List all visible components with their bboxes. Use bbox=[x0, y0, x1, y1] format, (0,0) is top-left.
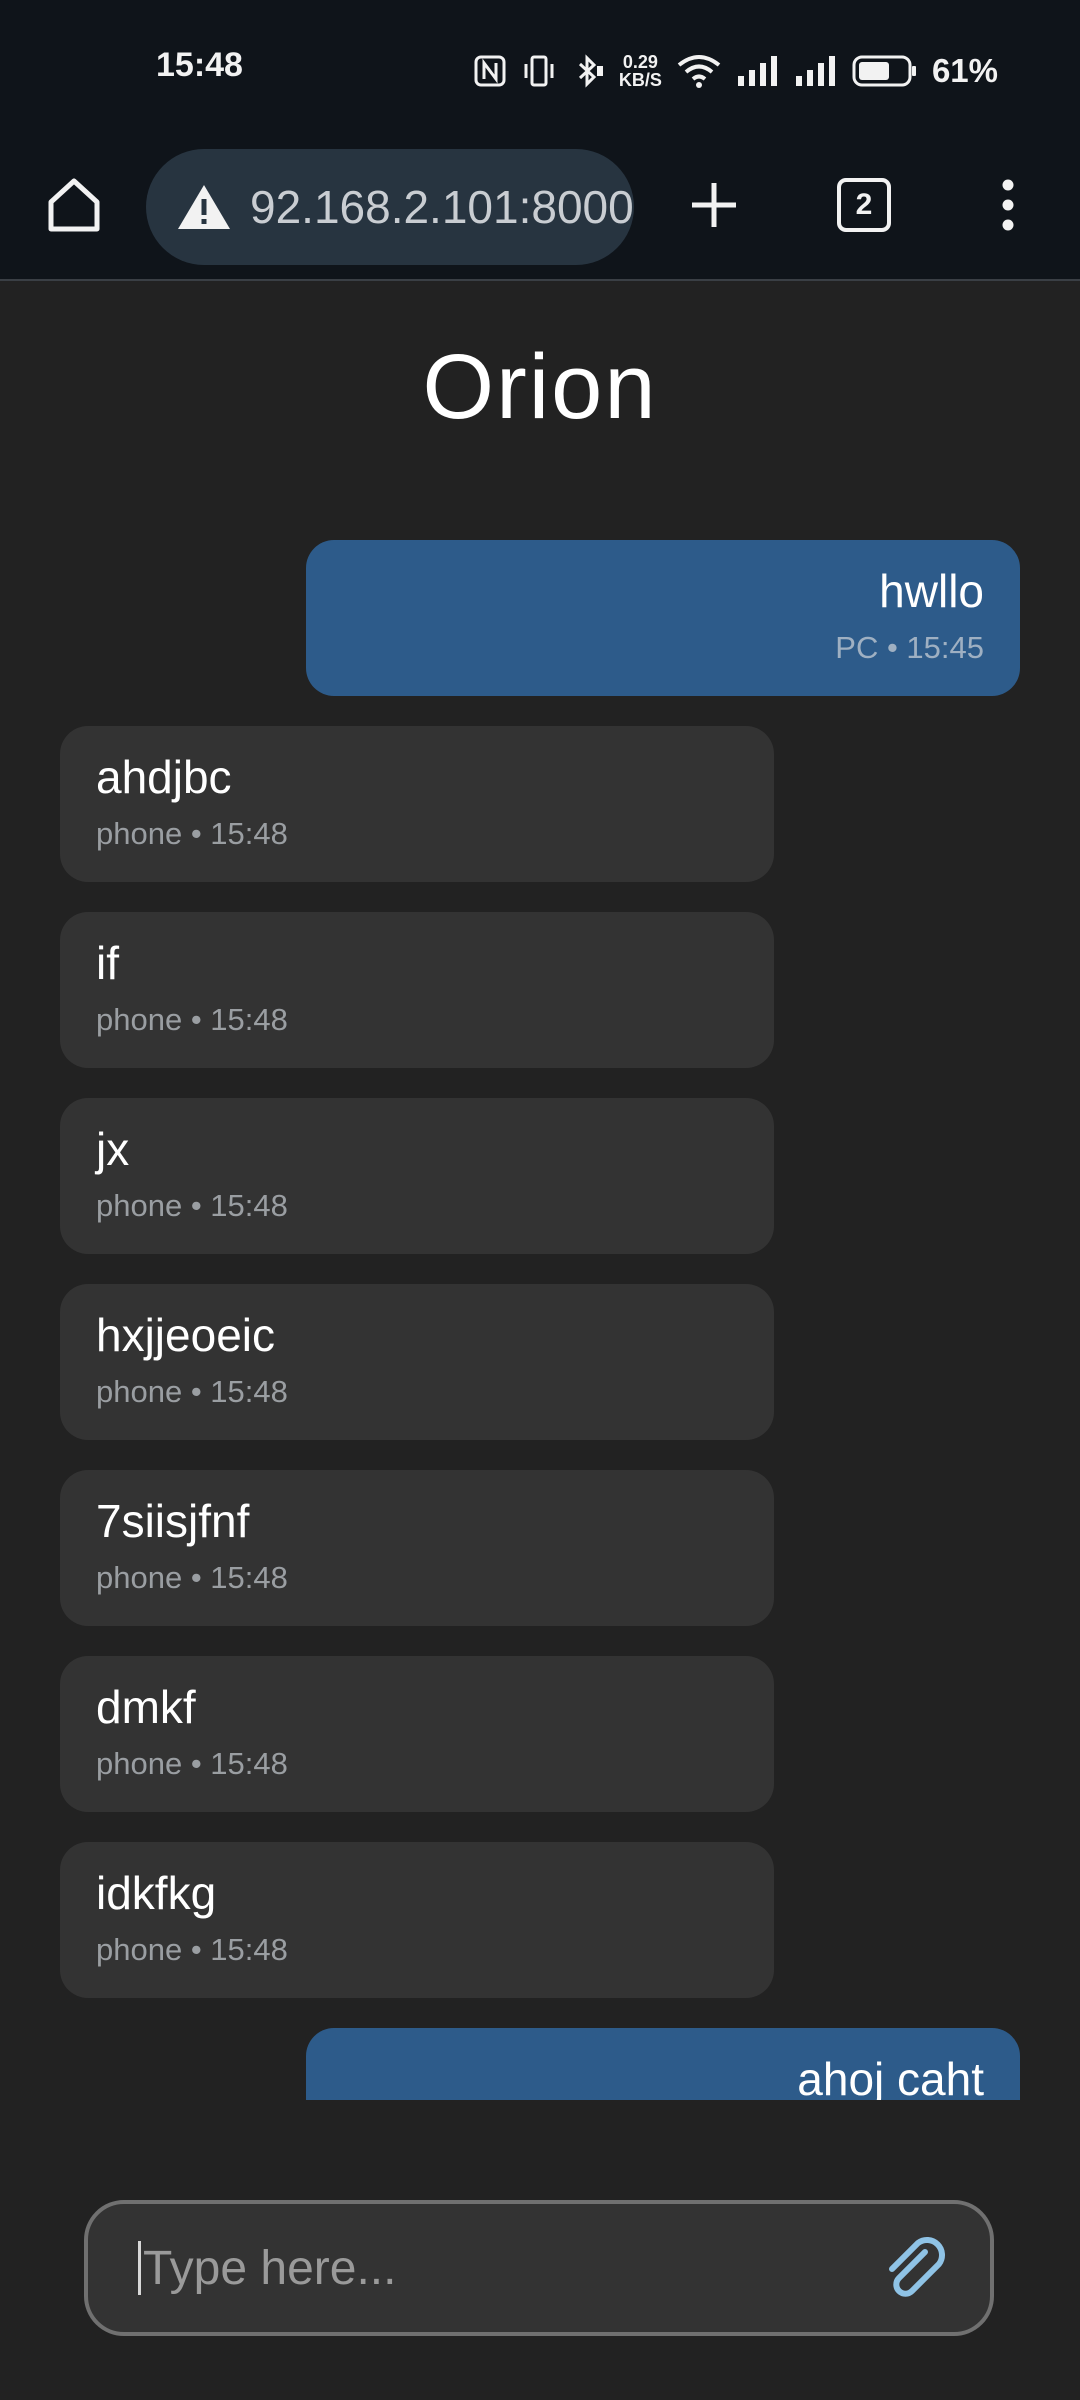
signal-icon bbox=[736, 54, 780, 88]
chat-message-list[interactable]: hwllo PC • 15:45 ahdjbc phone • 15:48 if… bbox=[0, 520, 1080, 2100]
nfc-icon bbox=[473, 54, 507, 88]
address-bar[interactable]: 92.168.2.101:8000 bbox=[146, 149, 634, 265]
status-time: 15:48 bbox=[156, 46, 243, 84]
message-bubble-incoming[interactable]: 7siisjfnf phone • 15:48 bbox=[60, 1470, 774, 1626]
message-text: idkfkg bbox=[96, 1867, 217, 1919]
url-text[interactable]: 92.168.2.101:8000 bbox=[250, 180, 634, 234]
message-text: dmkf bbox=[96, 1681, 196, 1733]
bluetooth-icon bbox=[571, 54, 605, 88]
message-bubble-incoming[interactable]: ahdjbc phone • 15:48 bbox=[60, 726, 774, 882]
paperclip-icon[interactable] bbox=[870, 2223, 960, 2313]
network-speed: 0.29 KB/S bbox=[619, 53, 662, 89]
message-bubble-incoming[interactable]: hxjjeoeic phone • 15:48 bbox=[60, 1284, 774, 1440]
message-meta: PC • 15:45 bbox=[835, 630, 984, 665]
message-bubble-outgoing[interactable]: ahoj caht bbox=[306, 2028, 1020, 2100]
message-meta: phone • 15:48 bbox=[96, 1560, 288, 1595]
message-text: 7siisjfnf bbox=[96, 1495, 250, 1547]
battery-icon bbox=[852, 55, 918, 87]
message-bubble-incoming[interactable]: idkfkg phone • 15:48 bbox=[60, 1842, 774, 1998]
more-vert-icon[interactable] bbox=[968, 165, 1048, 245]
browser-toolbar: 92.168.2.101:8000 2 bbox=[0, 135, 1080, 281]
page-title: Orion bbox=[422, 336, 658, 438]
network-speed-value: 0.29 bbox=[622, 52, 658, 72]
message-bubble-outgoing[interactable]: hwllo PC • 15:45 bbox=[306, 540, 1020, 696]
message-bubble-incoming[interactable]: if phone • 15:48 bbox=[60, 912, 774, 1068]
message-bubble-incoming[interactable]: dmkf phone • 15:48 bbox=[60, 1656, 774, 1812]
battery-percent: 61% bbox=[931, 52, 998, 89]
signal-icon bbox=[794, 54, 838, 88]
message-text: ahdjbc bbox=[96, 751, 232, 803]
network-speed-unit: KB/S bbox=[618, 70, 662, 90]
message-meta: phone • 15:48 bbox=[96, 1374, 288, 1409]
home-icon[interactable] bbox=[34, 165, 114, 245]
message-composer[interactable] bbox=[84, 2200, 994, 2336]
message-text: ahoj caht bbox=[797, 2053, 984, 2100]
message-meta: phone • 15:48 bbox=[96, 1002, 288, 1037]
message-bubble-incoming[interactable]: jx phone • 15:48 bbox=[60, 1098, 774, 1254]
status-bar: 15:48 0.29 KB/S 61% bbox=[0, 0, 1080, 135]
wifi-icon bbox=[676, 53, 722, 89]
message-text: jx bbox=[96, 1123, 130, 1175]
vibrate-icon bbox=[521, 54, 557, 88]
message-text: if bbox=[96, 937, 119, 989]
message-meta: phone • 15:48 bbox=[96, 816, 288, 851]
message-meta: phone • 15:48 bbox=[96, 1932, 288, 1967]
tabs-icon[interactable]: 2 bbox=[824, 165, 904, 245]
message-text: hxjjeoeic bbox=[96, 1309, 275, 1361]
status-icons: 0.29 KB/S 61% bbox=[473, 46, 998, 96]
message-meta: phone • 15:48 bbox=[96, 1188, 288, 1223]
tab-count-box[interactable]: 2 bbox=[837, 178, 891, 232]
message-meta: phone • 15:48 bbox=[96, 1746, 288, 1781]
plus-icon[interactable] bbox=[674, 165, 754, 245]
message-text: hwllo bbox=[879, 565, 984, 617]
message-input[interactable] bbox=[141, 2239, 870, 2297]
tab-count: 2 bbox=[855, 188, 873, 221]
warning-icon[interactable] bbox=[164, 149, 244, 265]
